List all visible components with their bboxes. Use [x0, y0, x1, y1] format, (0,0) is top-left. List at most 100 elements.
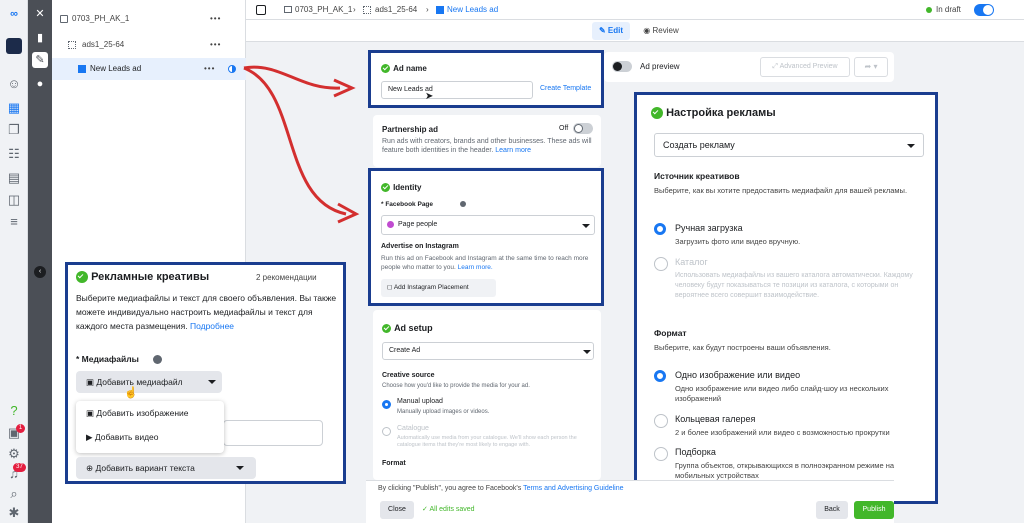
manual-upload-radio[interactable]: [382, 399, 391, 409]
dashboard-icon[interactable]: ☺: [6, 76, 22, 92]
search-icon[interactable]: ⌕: [6, 486, 22, 502]
hand-cursor-icon: ☝: [124, 387, 138, 399]
ru-manual-desc: Загрузить фото или видео вручную.: [675, 237, 801, 246]
breadcrumb-adset[interactable]: ads1_25-64: [375, 0, 417, 20]
more-icon[interactable]: •••: [204, 58, 215, 80]
tab-review[interactable]: ◉ Review: [638, 22, 684, 40]
instagram-learn-more[interactable]: Learn more.: [458, 264, 493, 271]
chevron-down-icon: [236, 466, 244, 470]
audiences-icon[interactable]: ☷: [6, 146, 22, 162]
account-avatar[interactable]: [6, 38, 22, 54]
more-icon[interactable]: •••: [210, 34, 221, 56]
tab-edit[interactable]: ✎ Edit: [592, 22, 630, 40]
ad-name-input[interactable]: New Leads ad: [381, 81, 533, 99]
identity-section: Identity * Facebook Page Page people Adv…: [368, 168, 604, 306]
meta-logo-icon[interactable]: ∞: [6, 6, 22, 22]
breadcrumb-campaign[interactable]: 0703_PH_AK_1: [295, 0, 352, 20]
ru-manual-radio[interactable]: [654, 223, 666, 235]
ru-carousel-label: Кольцевая галерея: [675, 414, 756, 424]
pages-icon[interactable]: ❐: [6, 122, 22, 138]
catalog-icon[interactable]: ◫: [6, 192, 22, 208]
ru-collection-radio[interactable]: [654, 447, 668, 461]
chevron-down-icon: [583, 350, 591, 354]
bug-icon[interactable]: ✱: [6, 505, 22, 521]
info-icon: [460, 201, 466, 207]
editor-header: 0703_PH_AK_1 › ads1_25-64 › New Leads ad…: [246, 0, 1024, 20]
ru-recommendations[interactable]: 2 рекомендации: [256, 273, 317, 282]
ru-add-image-item[interactable]: ▣ Добавить изображение: [86, 408, 189, 419]
check-icon: [651, 107, 663, 120]
partnership-learn-more[interactable]: Learn more: [495, 147, 531, 154]
edit-review-bar: ✎ Edit ◉ Review: [246, 20, 1024, 42]
ru-carousel-radio[interactable]: [654, 414, 668, 428]
identity-title: Identity: [393, 183, 422, 192]
partnership-toggle-label: Off: [559, 125, 569, 132]
catalogue-radio[interactable]: [382, 426, 391, 436]
settings-icon[interactable]: ⚙: [6, 446, 22, 462]
ru-collection-label: Подборка: [675, 447, 716, 457]
sidebar-toggle-icon[interactable]: [256, 5, 266, 15]
notification-badge: 37: [13, 463, 26, 472]
cursor-icon: ➤: [425, 91, 434, 102]
menu-icon[interactable]: ≡: [6, 214, 22, 230]
edit-pencil-icon[interactable]: ✎: [32, 52, 48, 68]
ru-add-text-button[interactable]: ⊕ Добавить вариант текста: [76, 457, 256, 479]
ru-text-field[interactable]: [223, 420, 323, 446]
ru-manual-label: Ручная загрузка: [675, 223, 743, 233]
ru-ad-setup-section: Настройка рекламы Создать рекламу Источн…: [634, 92, 938, 504]
ru-format-desc: Выберите, как будут построены ваши объяв…: [654, 343, 831, 352]
tree-ad-label: New Leads ad: [90, 64, 142, 73]
preview-toggle[interactable]: [612, 61, 632, 72]
ru-setup-select[interactable]: Создать рекламу: [654, 133, 924, 157]
publish-button[interactable]: Publish: [854, 501, 894, 519]
ru-setup-title: Настройка рекламы: [666, 107, 776, 119]
ru-carousel-desc: 2 и более изображений или видео с возмож…: [675, 428, 890, 437]
expand-icon: ⤢: [772, 63, 780, 70]
tree-adset-label: ads1_25-64: [82, 40, 125, 49]
footer-consent: By clicking "Publish", you agree to Face…: [378, 485, 522, 492]
billing-icon[interactable]: ▤: [6, 170, 22, 186]
tree-adset-row[interactable]: ads1_25-64 •••: [52, 34, 246, 56]
help-icon[interactable]: ?: [6, 403, 22, 419]
share-icon: ➦ ▾: [864, 62, 878, 71]
close-icon[interactable]: ✕: [32, 6, 48, 22]
tree-campaign-row[interactable]: 0703_PH_AK_1 •••: [52, 8, 246, 30]
ru-more-link[interactable]: Подробнее: [190, 321, 234, 331]
ru-add-media-button[interactable]: ▣ Добавить медиафайл: [76, 371, 222, 393]
folder-icon: [60, 15, 68, 23]
arrow-to-identity: [243, 66, 347, 216]
share-button[interactable]: ➦ ▾: [854, 57, 888, 77]
edit-icon: ✎: [598, 26, 608, 35]
ru-creative-title: Рекламные креативы: [91, 271, 210, 283]
partnership-card: Partnership ad Off Run ads with creators…: [373, 115, 601, 167]
ru-media-label: * Медиафайлы: [76, 354, 139, 364]
ad-name-section: Ad name New Leads ad ➤ Create Template: [368, 50, 604, 108]
facebook-page-select[interactable]: Page people: [381, 215, 595, 235]
create-template-link[interactable]: Create Template: [540, 85, 591, 92]
ru-catalog-radio[interactable]: [654, 257, 668, 271]
ru-single-radio[interactable]: [654, 370, 666, 382]
back-button[interactable]: Back: [816, 501, 848, 519]
campaigns-icon[interactable]: ▦: [6, 100, 22, 116]
ad-setup-title: Ad setup: [394, 323, 433, 333]
breadcrumb-ad[interactable]: New Leads ad: [447, 0, 498, 20]
more-icon[interactable]: •••: [210, 8, 221, 30]
collapse-icon[interactable]: ‹: [34, 266, 46, 278]
ru-add-video-item[interactable]: ▶ Добавить видео: [86, 432, 159, 443]
breadcrumb-separator: ›: [426, 5, 429, 14]
add-instagram-button[interactable]: ◻ Add Instagram Placement: [381, 279, 496, 297]
ad-setup-select[interactable]: Create Ad: [382, 342, 594, 360]
instagram-title: Advertise on Instagram: [381, 243, 459, 250]
tree-ad-row[interactable]: New Leads ad •••: [52, 58, 246, 80]
advanced-preview-button[interactable]: ⤢ Advanced Preview: [760, 57, 850, 77]
creative-source-title: Creative source: [382, 372, 435, 379]
check-icon: [76, 271, 88, 284]
chart-icon[interactable]: ▮: [32, 30, 48, 46]
close-button[interactable]: Close: [380, 501, 414, 519]
terms-link[interactable]: Terms and Advertising Guideline: [523, 485, 623, 492]
draft-toggle[interactable]: [974, 4, 994, 16]
instagram-icon: ◻: [387, 284, 394, 291]
ru-creative-section: Рекламные креативы 2 рекомендации Выбери…: [65, 262, 346, 484]
info-icon[interactable]: ●: [32, 76, 48, 92]
partnership-toggle[interactable]: [573, 123, 593, 134]
